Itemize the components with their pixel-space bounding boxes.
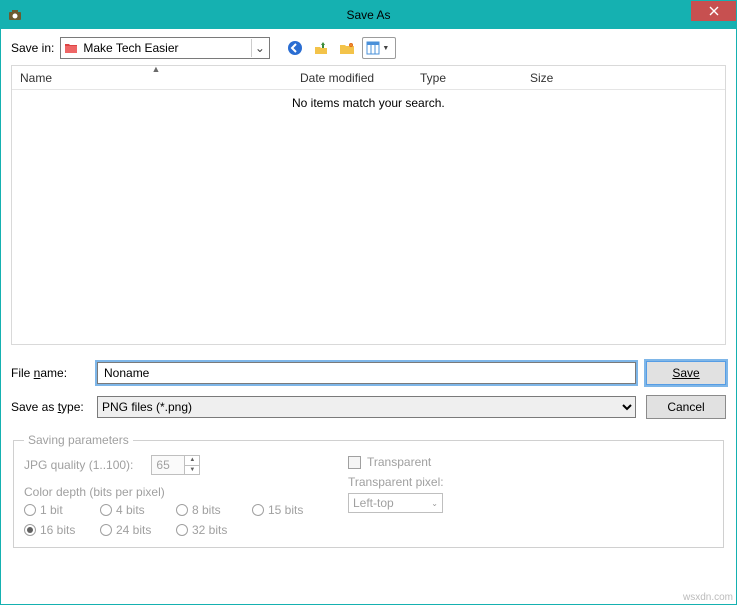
saving-parameters: Saving parameters JPG quality (1..100): … xyxy=(13,433,724,548)
params-legend: Saving parameters xyxy=(24,433,133,447)
column-size[interactable]: Size xyxy=(522,66,602,89)
radio-4bits[interactable]: 4 bits xyxy=(100,503,156,517)
radio-16bits[interactable]: 16 bits xyxy=(24,523,80,537)
savetype-label: Save as type: xyxy=(11,400,87,414)
jpg-quality-label: JPG quality (1..100): xyxy=(24,458,133,472)
folder-icon xyxy=(63,40,79,56)
empty-message: No items match your search. xyxy=(12,90,725,110)
radio-32bits[interactable]: 32 bits xyxy=(176,523,232,537)
cancel-button[interactable]: Cancel xyxy=(646,395,726,419)
camera-icon xyxy=(7,7,23,23)
savetype-combo[interactable]: PNG files (*.png) xyxy=(97,396,636,418)
spinner-up-icon[interactable]: ▲ xyxy=(185,456,199,466)
save-button[interactable]: Save xyxy=(646,361,726,385)
chevron-down-icon: ⌄ xyxy=(431,499,438,508)
filename-label: File name: xyxy=(11,366,87,380)
radio-15bits[interactable]: 15 bits xyxy=(252,503,308,517)
view-menu-button[interactable]: ▼ xyxy=(362,37,396,59)
nav-toolbar: ▼ xyxy=(284,37,396,59)
radio-24bits[interactable]: 24 bits xyxy=(100,523,156,537)
transparent-checkbox[interactable]: Transparent xyxy=(348,455,713,469)
column-headers: Name ▲ Date modified Type Size xyxy=(12,66,725,90)
file-list[interactable]: Name ▲ Date modified Type Size No items … xyxy=(11,65,726,345)
sort-indicator-icon: ▲ xyxy=(152,64,161,74)
color-depth-label: Color depth (bits per pixel) xyxy=(24,485,308,499)
jpg-quality-input[interactable] xyxy=(152,456,184,474)
close-button[interactable] xyxy=(691,1,736,21)
back-button[interactable] xyxy=(284,37,306,59)
radio-8bits[interactable]: 8 bits xyxy=(176,503,232,517)
new-folder-button[interactable] xyxy=(336,37,358,59)
window-title: Save As xyxy=(1,8,736,22)
up-button[interactable] xyxy=(310,37,332,59)
column-type[interactable]: Type xyxy=(412,66,522,89)
transparent-pixel-label: Transparent pixel: xyxy=(348,475,713,489)
jpg-quality-spinner[interactable]: ▲ ▼ xyxy=(151,455,200,475)
chevron-down-icon: ▼ xyxy=(382,45,389,52)
column-date[interactable]: Date modified xyxy=(292,66,412,89)
transparent-pixel-combo[interactable]: Left-top ⌄ xyxy=(348,493,443,513)
checkbox-icon xyxy=(348,456,361,469)
save-in-value: Make Tech Easier xyxy=(83,41,251,55)
spinner-down-icon[interactable]: ▼ xyxy=(185,466,199,475)
watermark: wsxdn.com xyxy=(683,592,733,603)
radio-1bit[interactable]: 1 bit xyxy=(24,503,80,517)
filename-input[interactable] xyxy=(97,362,636,384)
titlebar: Save As xyxy=(1,1,736,29)
save-in-combo[interactable]: Make Tech Easier ⌄ xyxy=(60,37,270,59)
chevron-down-icon: ⌄ xyxy=(251,39,267,57)
save-in-label: Save in: xyxy=(11,41,54,55)
column-name[interactable]: Name ▲ xyxy=(12,66,292,89)
